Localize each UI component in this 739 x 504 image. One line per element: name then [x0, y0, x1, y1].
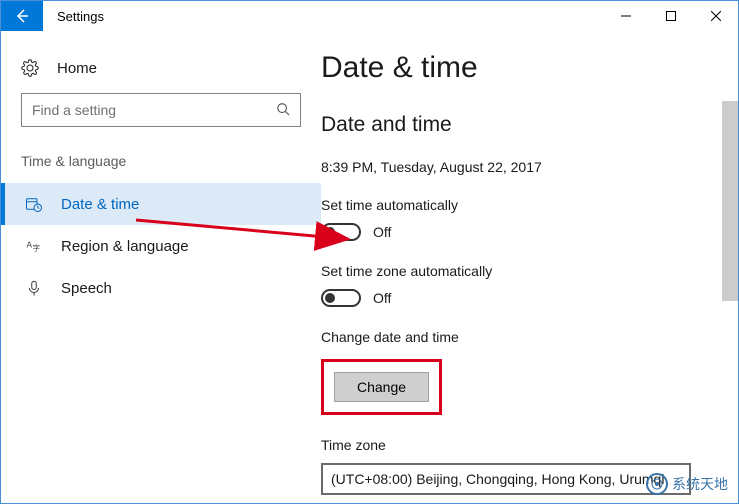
auto-time-state: Off — [373, 224, 391, 240]
timezone-select[interactable]: (UTC+08:00) Beijing, Chongqing, Hong Kon… — [321, 463, 691, 495]
sidebar: Home Time & language Date & time A字 R — [1, 31, 321, 503]
settings-window: Settings Home — [0, 0, 739, 504]
close-icon — [711, 11, 721, 21]
window-title: Settings — [43, 1, 603, 31]
sidebar-item-speech[interactable]: Speech — [1, 267, 321, 309]
sidebar-item-label: Date & time — [61, 196, 139, 213]
page-title: Date & time — [321, 51, 700, 85]
maximize-icon — [666, 11, 676, 21]
timezone-label: Time zone — [321, 437, 700, 453]
scrollbar-thumb[interactable] — [722, 101, 738, 301]
body: Home Time & language Date & time A字 R — [1, 31, 738, 503]
section-title: Date and time — [321, 113, 700, 137]
svg-text:字: 字 — [33, 243, 41, 253]
highlight-box: Change — [321, 359, 442, 415]
watermark-text: 系统天地 — [672, 474, 728, 494]
back-button[interactable] — [1, 1, 43, 31]
watermark: 系统天地 — [646, 473, 728, 495]
language-icon: A字 — [25, 237, 43, 255]
svg-text:A: A — [27, 241, 33, 250]
category-label: Time & language — [1, 153, 321, 183]
search-icon — [276, 102, 290, 119]
content-pane: Date & time Date and time 8:39 PM, Tuesd… — [321, 31, 738, 503]
microphone-icon — [25, 279, 43, 297]
watermark-icon — [646, 473, 668, 495]
change-button[interactable]: Change — [334, 372, 429, 402]
home-label: Home — [57, 60, 97, 77]
auto-tz-toggle[interactable] — [321, 289, 361, 307]
gear-icon — [21, 59, 39, 77]
change-datetime-label: Change date and time — [321, 329, 700, 345]
auto-tz-state: Off — [373, 290, 391, 306]
minimize-icon — [621, 11, 631, 21]
auto-tz-label: Set time zone automatically — [321, 263, 700, 279]
date-time-icon — [25, 195, 43, 213]
minimize-button[interactable] — [603, 1, 648, 31]
search-input[interactable] — [32, 102, 276, 118]
sidebar-item-label: Speech — [61, 280, 112, 297]
auto-time-toggle[interactable] — [321, 223, 361, 241]
toggle-knob — [325, 227, 335, 237]
back-arrow-icon — [14, 8, 30, 24]
home-link[interactable]: Home — [1, 53, 321, 93]
sidebar-item-date-time[interactable]: Date & time — [1, 183, 321, 225]
titlebar: Settings — [1, 1, 738, 31]
toggle-knob — [325, 293, 335, 303]
search-box[interactable] — [21, 93, 301, 127]
window-controls — [603, 1, 738, 31]
maximize-button[interactable] — [648, 1, 693, 31]
close-button[interactable] — [693, 1, 738, 31]
sidebar-item-region-language[interactable]: A字 Region & language — [1, 225, 321, 267]
auto-time-label: Set time automatically — [321, 197, 700, 213]
sidebar-item-label: Region & language — [61, 238, 189, 255]
current-datetime: 8:39 PM, Tuesday, August 22, 2017 — [321, 159, 700, 175]
